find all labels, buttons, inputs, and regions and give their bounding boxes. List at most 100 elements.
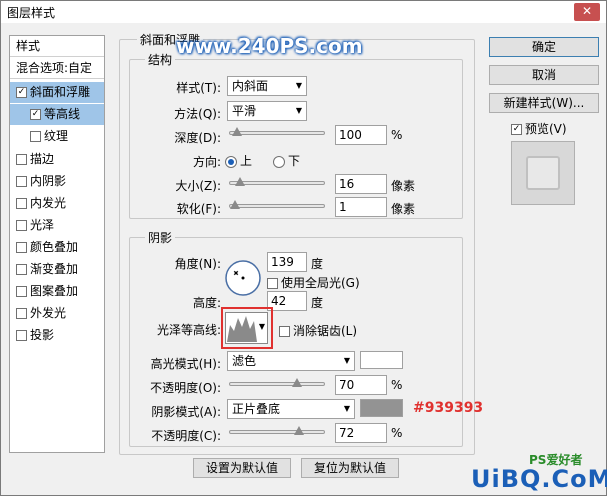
chevron-down-icon: ▼	[258, 322, 265, 331]
contour-preview-icon	[227, 316, 257, 342]
list-item-gradient-overlay[interactable]: 渐变叠加	[10, 259, 104, 280]
style-select[interactable]: 内斜面 ▼	[227, 76, 307, 96]
angle-dial[interactable]	[224, 259, 262, 297]
depth-slider[interactable]	[229, 127, 325, 136]
radio-icon[interactable]	[225, 155, 237, 168]
style-list: 样式 混合选项:自定 斜面和浮雕 等高线 纹理 描边 内阴影 内发光 光泽 颜色…	[9, 35, 105, 453]
list-item-drop-shadow[interactable]: 投影	[10, 325, 104, 346]
reset-default-button[interactable]: 复位为默认值	[301, 458, 399, 478]
checkbox[interactable]	[16, 198, 27, 209]
checkbox[interactable]	[16, 220, 27, 231]
gloss-contour-picker[interactable]: ▼	[225, 312, 268, 344]
slider-thumb[interactable]	[230, 200, 240, 209]
slider-thumb[interactable]	[235, 177, 245, 186]
checkbox[interactable]	[279, 326, 290, 337]
slider-thumb[interactable]	[294, 426, 304, 435]
checkbox[interactable]	[16, 286, 27, 297]
direction-label: 方向:	[192, 155, 221, 169]
depth-unit: %	[391, 128, 403, 142]
checkbox[interactable]	[16, 154, 27, 165]
highlight-mode-label: 高光模式(H):	[150, 357, 221, 371]
checkbox[interactable]	[511, 124, 522, 135]
highlight-opacity-slider[interactable]	[229, 378, 325, 387]
altitude-unit: 度	[311, 296, 324, 310]
cancel-button[interactable]: 取消	[489, 65, 599, 85]
close-button[interactable]: ✕	[574, 3, 600, 21]
soften-label: 软化(F):	[176, 202, 221, 216]
highlight-color-swatch[interactable]	[360, 351, 403, 369]
radio-icon[interactable]	[273, 155, 285, 168]
size-label: 大小(Z):	[175, 179, 221, 193]
direction-up[interactable]: 上	[225, 152, 252, 169]
soften-slider[interactable]	[229, 200, 325, 209]
list-item-inner-glow[interactable]: 内发光	[10, 193, 104, 214]
chevron-down-icon: ▼	[343, 356, 350, 365]
list-item-inner-shadow[interactable]: 内阴影	[10, 171, 104, 192]
slider-thumb[interactable]	[292, 378, 302, 387]
logo-text: UiBQ.CoM	[471, 465, 607, 493]
shadow-opacity-slider[interactable]	[229, 426, 325, 435]
highlight-opacity-unit: %	[391, 378, 403, 392]
title-bar: 图层样式 ✕	[1, 1, 606, 23]
checkbox[interactable]	[16, 176, 27, 187]
soften-unit: 像素	[391, 202, 416, 216]
direction-down[interactable]: 下	[273, 152, 300, 169]
size-unit: 像素	[391, 179, 416, 193]
list-item-color-overlay[interactable]: 颜色叠加	[10, 237, 104, 258]
list-header-styles[interactable]: 样式	[10, 36, 104, 57]
preview-checkbox[interactable]: 预览(V)	[511, 120, 567, 137]
size-input[interactable]: 16	[335, 174, 387, 194]
altitude-input[interactable]: 42	[267, 291, 307, 311]
shadow-opacity-label: 不透明度(C):	[151, 429, 221, 443]
new-style-button[interactable]: 新建样式(W)...	[489, 93, 599, 113]
list-item-blending-options[interactable]: 混合选项:自定	[10, 58, 104, 79]
checkbox[interactable]	[16, 242, 27, 253]
highlight-opacity-label: 不透明度(O):	[150, 381, 221, 395]
ok-button[interactable]: 确定	[489, 37, 599, 57]
checkbox[interactable]	[30, 131, 41, 142]
checkbox[interactable]	[16, 308, 27, 319]
soften-input[interactable]: 1	[335, 197, 387, 217]
site-logo: PS爱好者 UiBQ.CoM	[471, 451, 607, 495]
technique-label: 方法(Q):	[174, 107, 221, 121]
chevron-down-icon: ▼	[295, 81, 302, 90]
layer-style-dialog: 图层样式 ✕ 样式 混合选项:自定 斜面和浮雕 等高线 纹理 描边 内阴影 内发…	[0, 0, 607, 496]
list-item-satin[interactable]: 光泽	[10, 215, 104, 236]
checkbox[interactable]	[16, 264, 27, 275]
shadow-mode-select[interactable]: 正片叠底 ▼	[227, 399, 355, 419]
chevron-down-icon: ▼	[295, 106, 302, 115]
angle-label: 角度(N):	[174, 257, 221, 271]
antialias-checkbox[interactable]: 消除锯齿(L)	[279, 322, 357, 339]
list-item-contour[interactable]: 等高线	[10, 104, 104, 125]
checkbox[interactable]	[16, 330, 27, 341]
highlight-mode-select[interactable]: 滤色 ▼	[227, 351, 355, 371]
size-slider[interactable]	[229, 177, 325, 186]
list-item-outer-glow[interactable]: 外发光	[10, 303, 104, 324]
shading-title: 阴影	[145, 229, 176, 246]
angle-input[interactable]: 139	[267, 252, 307, 272]
checkbox[interactable]	[16, 87, 27, 98]
depth-label: 深度(D):	[174, 131, 221, 145]
list-item-texture[interactable]: 纹理	[10, 126, 104, 147]
list-item-bevel-emboss[interactable]: 斜面和浮雕	[10, 82, 104, 103]
technique-select[interactable]: 平滑 ▼	[227, 101, 307, 121]
altitude-label: 高度:	[192, 296, 221, 310]
depth-input[interactable]: 100	[335, 125, 387, 145]
highlight-opacity-input[interactable]: 70	[335, 375, 387, 395]
angle-unit: 度	[311, 257, 324, 271]
slider-thumb[interactable]	[232, 127, 242, 136]
global-light-checkbox[interactable]: 使用全局光(G)	[267, 274, 360, 291]
preview-shape	[526, 156, 560, 190]
checkbox[interactable]	[267, 278, 278, 289]
structure-title: 结构	[145, 51, 176, 68]
style-label: 样式(T):	[176, 81, 221, 95]
shadow-color-swatch[interactable]	[360, 399, 403, 417]
shadow-opacity-unit: %	[391, 426, 403, 440]
checkbox[interactable]	[30, 109, 41, 120]
site-watermark: www.240PS.com	[176, 34, 363, 58]
list-item-pattern-overlay[interactable]: 图案叠加	[10, 281, 104, 302]
make-default-button[interactable]: 设置为默认值	[193, 458, 291, 478]
list-item-stroke[interactable]: 描边	[10, 149, 104, 170]
style-preview	[511, 141, 575, 205]
shadow-opacity-input[interactable]: 72	[335, 423, 387, 443]
